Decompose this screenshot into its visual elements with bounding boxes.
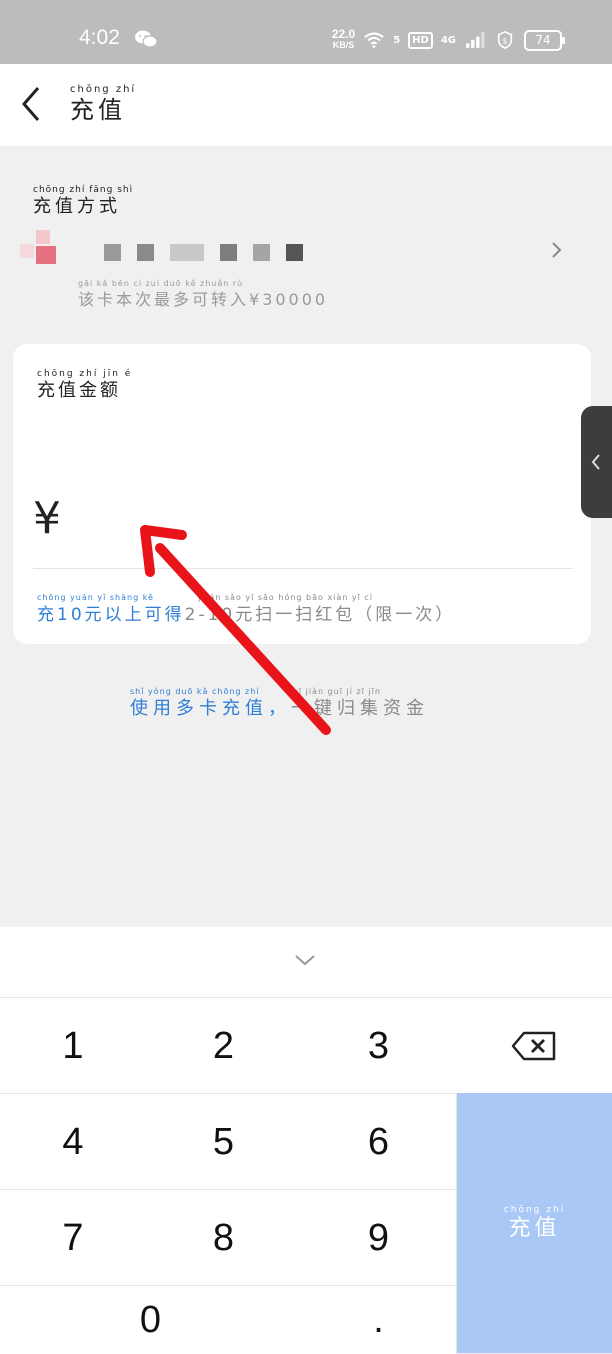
page-title-text: 充值 — [70, 96, 126, 124]
submit-label: 充值 — [508, 1216, 561, 1241]
limit-amount: ¥30000 — [249, 290, 329, 309]
battery-icon: 74 — [524, 29, 565, 51]
key-4[interactable]: 4 — [0, 1093, 147, 1190]
key-2[interactable]: 2 — [146, 997, 302, 1094]
key-3[interactable]: 3 — [301, 997, 457, 1094]
cell-type: 4G — [440, 34, 456, 46]
net-speed: 22.0 KB/S — [331, 27, 356, 51]
page-title: chōng zhí 充值 — [70, 84, 136, 124]
transfer-limit: gāi kǎ běn cì zuì duō kě zhuǎn rù 该卡本次最多… — [78, 278, 328, 310]
page-title-pinyin: chōng zhí — [70, 84, 137, 95]
shield-icon: $ — [497, 31, 513, 49]
status-bar: 4:02 22.0 KB/S 5 HD 4G $ 74 — [0, 0, 612, 64]
multi-card-pinyin-blue: shǐ yòng duō kǎ chōng zhí — [130, 687, 260, 696]
multi-card-text-grey: 一键归集资金 — [291, 698, 429, 719]
limit-text: 该卡本次最多可转入 — [78, 290, 250, 309]
multi-card-text-blue: 使用多卡充值， — [130, 698, 291, 719]
key-6[interactable]: 6 — [301, 1093, 457, 1190]
status-right-group: 22.0 KB/S 5 HD 4G $ 74 — [331, 26, 565, 54]
multi-card-pinyin-grey: yī jiàn guī jí zī jīn — [293, 687, 381, 696]
method-section-title: chōng zhí fāng shì 充值方式 — [33, 184, 133, 218]
divider — [33, 568, 573, 569]
net-speed-unit: KB/S — [332, 40, 355, 50]
card-number-masked — [104, 244, 317, 261]
multi-card-recharge-link[interactable]: shǐ yòng duō kǎ chōng zhí yī jiàn guī jí… — [130, 686, 429, 720]
net-speed-value: 22.0 — [331, 27, 356, 41]
promo-text: chōng yuán yǐ shàng kě yuán sǎo yī sǎo h… — [37, 592, 455, 626]
key-8[interactable]: 8 — [146, 1189, 302, 1286]
key-0[interactable]: 0 — [0, 1285, 302, 1354]
svg-text:$: $ — [502, 36, 507, 46]
wifi-icon — [364, 32, 384, 48]
chevron-right-icon[interactable] — [548, 238, 564, 262]
promo-pinyin-blue: chōng yuán yǐ shàng kě — [37, 593, 154, 602]
key-1[interactable]: 1 — [0, 997, 147, 1094]
promo-text-grey: 2-10元扫一扫红包（限一次） — [184, 605, 456, 625]
limit-pinyin: gāi kǎ běn cì zuì duō kě zhuǎn rù — [78, 279, 244, 288]
key-7[interactable]: 7 — [0, 1189, 147, 1286]
amount-input[interactable] — [83, 494, 567, 546]
key-9[interactable]: 9 — [301, 1189, 457, 1286]
wifi-band: 5 — [393, 34, 401, 46]
promo-text-blue: 充10元以上可得 — [37, 605, 185, 625]
page-header: chōng zhí 充值 — [0, 64, 612, 146]
submit-pinyin: chōng zhí — [503, 1205, 566, 1215]
status-time: 4:02 — [79, 26, 120, 49]
card-selector[interactable] — [20, 226, 580, 270]
amount-label: chōng zhí jīn é 充值金额 — [37, 368, 132, 402]
back-button[interactable] — [16, 82, 50, 126]
side-drawer-handle[interactable] — [581, 406, 612, 518]
amount-label-text: 充值金额 — [37, 380, 121, 401]
wechat-icon — [135, 30, 158, 48]
battery-level: 74 — [535, 32, 551, 47]
bank-logo — [20, 230, 56, 264]
signal-icon — [466, 32, 485, 48]
key-decimal[interactable]: . — [301, 1285, 457, 1354]
recharge-submit-button[interactable]: chōng zhí 充值 — [457, 1093, 612, 1353]
amount-label-pinyin: chōng zhí jīn é — [37, 369, 133, 379]
chevron-left-icon — [591, 454, 600, 470]
hd-badge: HD — [408, 31, 433, 49]
promo-pinyin-grey: yuán sǎo yī sǎo hóng bāo xiàn yī cì — [197, 593, 374, 602]
key-5[interactable]: 5 — [146, 1093, 302, 1190]
amount-card: chōng zhí jīn é 充值金额 ¥ chōng yuán yǐ shà… — [13, 344, 591, 644]
currency-symbol: ¥ — [33, 493, 61, 544]
chevron-left-icon — [22, 87, 40, 121]
backspace-key[interactable] — [456, 997, 612, 1094]
backspace-icon — [511, 1031, 556, 1061]
method-title-pinyin: chōng zhí fāng shì — [33, 185, 134, 195]
method-title-text: 充值方式 — [33, 196, 121, 217]
chevron-down-icon[interactable] — [292, 950, 318, 970]
